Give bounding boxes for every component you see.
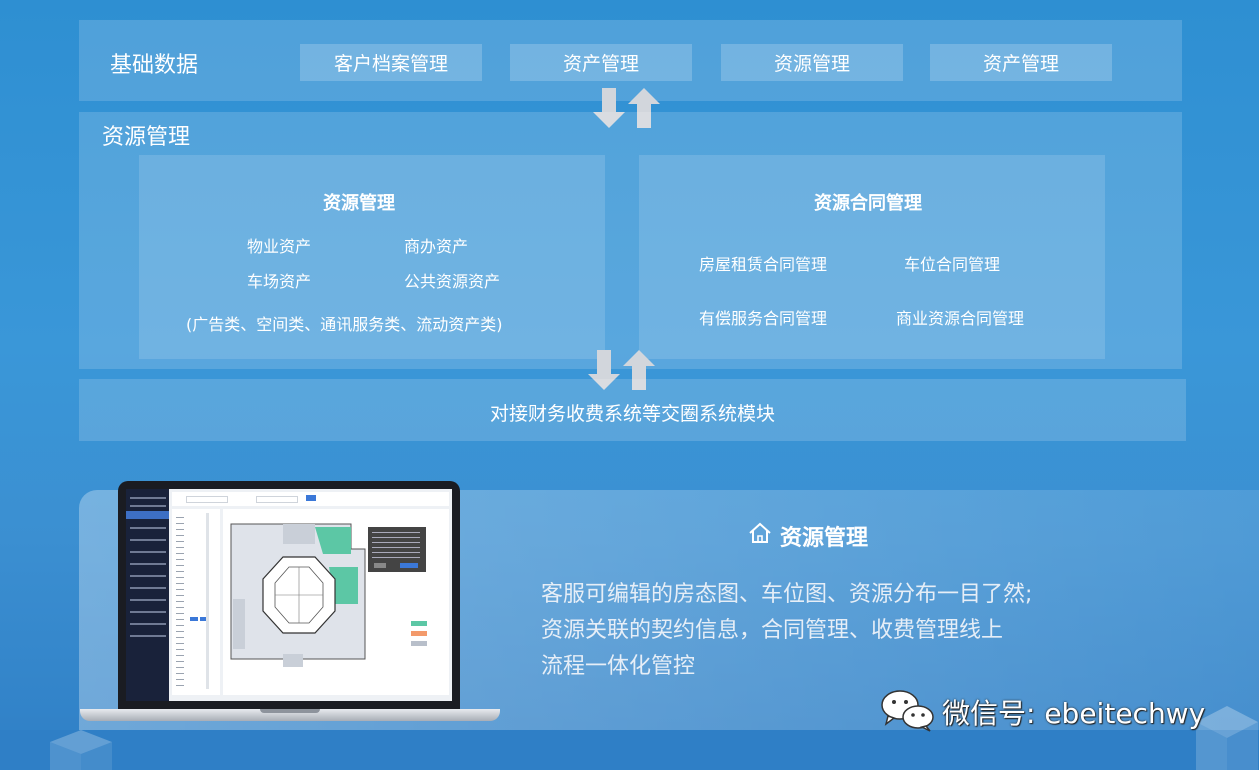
feature-line-2: 资源关联的契约信息，合同管理、收费管理线上 — [541, 618, 1004, 643]
contract-item-paid-service: 有偿服务合同管理 — [699, 309, 828, 328]
top-section-title: 基础数据 — [110, 53, 199, 78]
floor-selected — [190, 617, 198, 621]
cube-decoration-left — [50, 730, 112, 770]
sidebar-active-item — [126, 511, 169, 519]
laptop-screen — [126, 489, 452, 701]
floor-list — [172, 509, 220, 695]
contract-card-title: 资源合同管理 — [814, 193, 922, 214]
chip-resource-management: 资源管理 — [721, 44, 903, 81]
app-toolbar — [172, 492, 449, 506]
floorplan-panel — [223, 509, 449, 695]
unit-popup — [368, 527, 426, 572]
resource-item-commercial: 商办资产 — [404, 237, 469, 256]
legend-vacant — [411, 641, 427, 646]
laptop-notch — [260, 709, 320, 713]
contract-item-commercial-resource: 商业资源合同管理 — [896, 309, 1025, 328]
legend-occupied — [411, 621, 427, 626]
chip-customer-archive: 客户档案管理 — [300, 44, 482, 81]
wechat-id: 微信号: ebeitechwy — [942, 697, 1206, 730]
feature-line-3: 流程一体化管控 — [541, 654, 696, 679]
wechat-icon — [881, 690, 934, 732]
resource-card-title: 资源管理 — [323, 193, 395, 214]
feature-title: 资源管理 — [780, 526, 869, 551]
resource-item-parking: 车场资产 — [247, 272, 312, 291]
contract-item-parking: 车位合同管理 — [904, 255, 1001, 274]
resource-item-public: 公共资源资产 — [404, 272, 501, 291]
laptop-bezel — [118, 481, 460, 709]
app-sidebar — [126, 489, 169, 701]
chip-asset-management: 资产管理 — [510, 44, 692, 81]
resource-item-property: 物业资产 — [247, 237, 312, 256]
integration-bar-label: 对接财务收费系统等交圈系统模块 — [489, 403, 775, 425]
legend-reserved — [411, 631, 427, 636]
bottom-strip — [0, 730, 1259, 770]
chip-asset-management-2: 资产管理 — [930, 44, 1112, 81]
home-icon — [749, 522, 771, 543]
contract-item-house-lease: 房屋租赁合同管理 — [699, 255, 828, 274]
query-button — [306, 495, 316, 501]
feature-line-1: 客服可编辑的房态图、车位图、资源分布一目了然; — [541, 582, 1033, 607]
middle-section-title: 资源管理 — [102, 125, 191, 150]
resource-card-note: (广告类、空间类、通讯服务类、流动资产类) — [186, 315, 503, 334]
laptop-mockup — [80, 481, 500, 727]
